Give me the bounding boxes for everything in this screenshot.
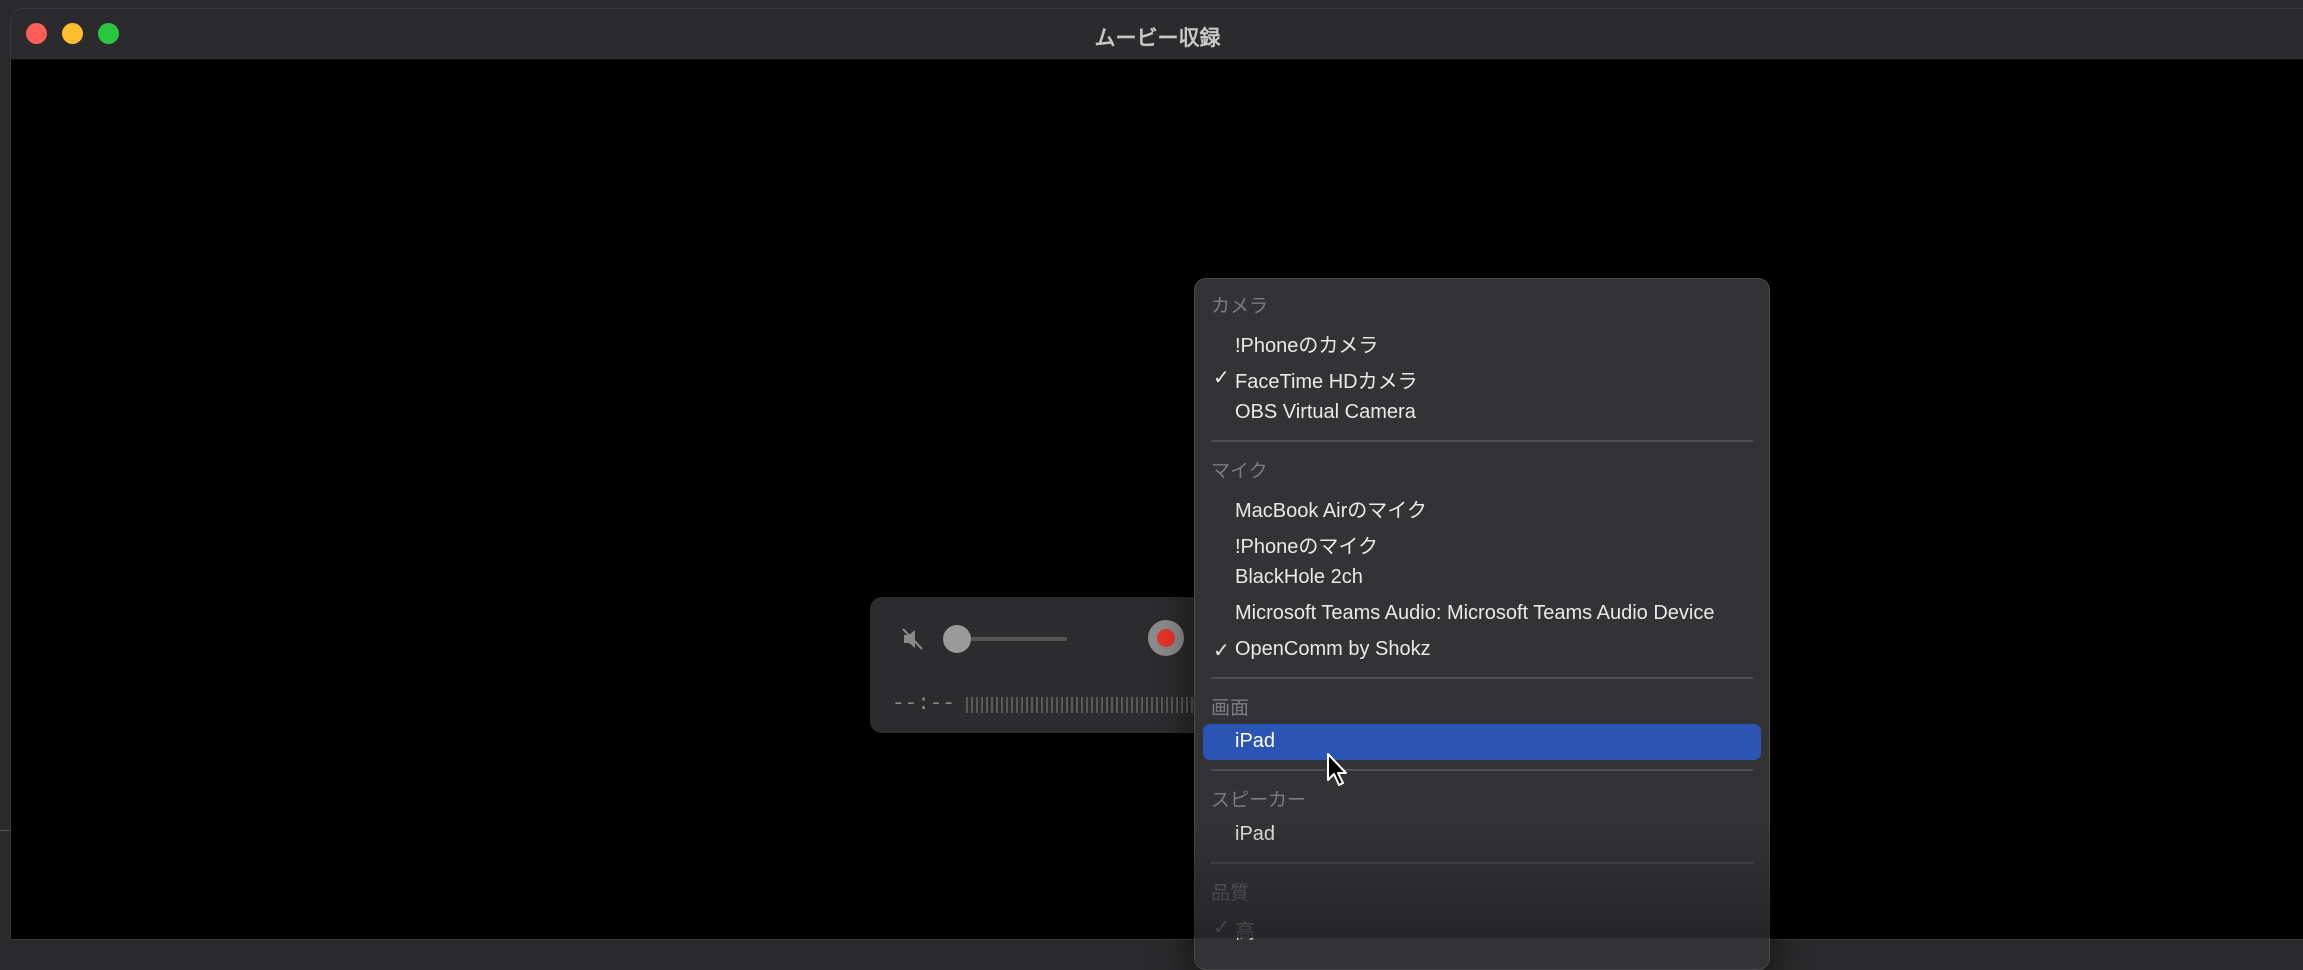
title-bar[interactable]: ムービー収録 <box>11 9 2303 60</box>
audio-level-meter <box>966 697 1230 713</box>
menu-item-label: OpenComm by Shokz <box>1235 638 1431 660</box>
speaker-muted-icon[interactable] <box>900 626 926 652</box>
checkmark-icon: ✓ <box>1213 640 1230 662</box>
menu-item-macbook-mic[interactable]: MacBook Airのマイク <box>1203 488 1761 524</box>
menu-item-facetime-camera[interactable]: ✓ FaceTime HDカメラ <box>1203 359 1761 395</box>
menu-separator <box>1211 769 1753 771</box>
mouse-pointer-icon <box>1327 753 1347 786</box>
timecode: --:-- <box>892 693 956 716</box>
record-button[interactable] <box>1148 620 1184 656</box>
menu-item-iphone-camera[interactable]: !Phoneのカメラ <box>1203 323 1761 359</box>
menu-item-blackhole[interactable]: BlackHole 2ch <box>1203 560 1761 596</box>
volume-slider-knob[interactable] <box>943 625 971 653</box>
video-preview <box>11 60 2303 939</box>
menu-header-quality: 品質 <box>1211 883 1250 904</box>
menu-item-label: !Phoneのマイク <box>1235 536 1378 558</box>
window-title: ムービー収録 <box>1094 27 1221 50</box>
menu-header-screen: 画面 <box>1211 698 1250 719</box>
checkmark-icon: ✓ <box>1213 367 1230 389</box>
menu-item-label: iPad <box>1235 730 1276 752</box>
menu-item-opencomm[interactable]: ✓ OpenComm by Shokz <box>1203 632 1761 668</box>
menu-item-obs-camera[interactable]: OBS Virtual Camera <box>1203 395 1761 431</box>
menu-item-screen-ipad[interactable]: iPad <box>1203 724 1761 760</box>
record-dot-icon <box>1157 629 1175 647</box>
menu-item-label: BlackHole 2ch <box>1235 566 1363 588</box>
menu-separator <box>1211 440 1753 442</box>
menu-item-label: 高 <box>1235 921 1255 943</box>
menu-header-mic: マイク <box>1211 461 1268 482</box>
checkmark-icon: ✓ <box>1213 917 1230 939</box>
menu-item-label: Microsoft Teams Audio: Microsoft Teams A… <box>1235 602 1715 624</box>
menu-separator <box>1211 862 1753 864</box>
menu-item-label: MacBook Airのマイク <box>1235 500 1427 522</box>
menu-item-label: OBS Virtual Camera <box>1235 401 1416 423</box>
menu-item-label: !Phoneのカメラ <box>1235 335 1379 357</box>
menu-item-teams-audio[interactable]: Microsoft Teams Audio: Microsoft Teams A… <box>1203 596 1761 632</box>
menu-item-iphone-mic[interactable]: !Phoneのマイク <box>1203 524 1761 560</box>
options-menu: カメラ !Phoneのカメラ ✓ FaceTime HDカメラ OBS Virt… <box>1194 278 1770 970</box>
quicktime-window: ムービー収録 <box>10 8 2303 940</box>
menu-header-speaker: スピーカー <box>1211 790 1307 811</box>
menu-item-label: iPad <box>1235 823 1276 845</box>
menu-header-camera: カメラ <box>1211 296 1269 317</box>
menu-item-label: FaceTime HDカメラ <box>1235 371 1418 393</box>
menu-separator <box>1211 677 1753 679</box>
menu-item-quality-high[interactable]: ✓ 高 <box>1203 909 1761 945</box>
edge-divider <box>0 830 10 831</box>
capture-controller: --:-- <box>870 597 1230 733</box>
menu-item-speaker-ipad[interactable]: iPad <box>1203 817 1761 853</box>
